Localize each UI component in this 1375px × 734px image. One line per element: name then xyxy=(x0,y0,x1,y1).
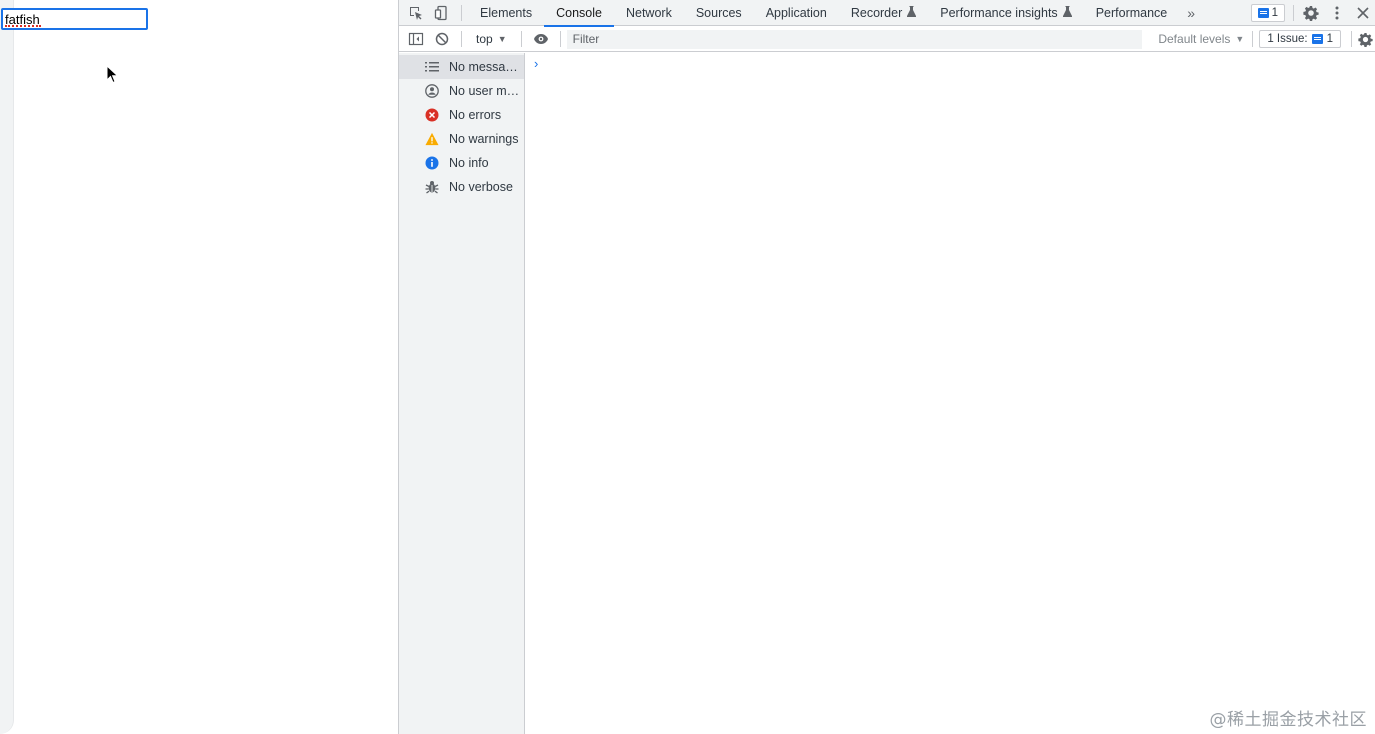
sidebar-item-user[interactable]: No user messages xyxy=(399,79,524,103)
sidebar-item-label: No user messages xyxy=(449,84,524,98)
inspect-element-icon[interactable] xyxy=(403,0,429,26)
more-options-icon[interactable] xyxy=(1324,0,1350,26)
console-toolbar: top ▼ Filter Default levels ▼ 1 Issue: 1 xyxy=(399,27,1375,52)
context-selector[interactable]: top ▼ xyxy=(468,32,515,46)
sidebar-item-warning[interactable]: No warnings xyxy=(399,127,524,151)
issues-label: 1 Issue: xyxy=(1267,33,1308,45)
context-label: top xyxy=(476,32,493,46)
tabbar-separator xyxy=(1293,4,1294,21)
sidebar-item-label: No verbose xyxy=(449,180,513,194)
tab-label: Console xyxy=(556,5,602,20)
more-tabs-icon[interactable]: » xyxy=(1181,5,1201,21)
screen: Elements Console Network Sources Application… xyxy=(0,0,1375,734)
user-icon xyxy=(425,84,439,98)
close-devtools-icon[interactable] xyxy=(1350,0,1375,26)
issue-icon xyxy=(1311,34,1323,44)
clear-console-icon[interactable] xyxy=(429,26,455,52)
tab-sources[interactable]: Sources xyxy=(684,0,754,26)
console-settings-gear-icon[interactable] xyxy=(1356,26,1374,52)
settings-gear-icon[interactable] xyxy=(1298,0,1324,26)
tabbar-separator xyxy=(461,4,462,21)
tab-label: Elements xyxy=(480,5,533,20)
issues-button[interactable]: 1 Issue: 1 xyxy=(1259,30,1341,48)
filter-placeholder: Filter xyxy=(572,32,600,46)
tab-label: Performance xyxy=(1095,5,1168,20)
tab-label: Application xyxy=(765,5,827,20)
issues-count: 1 xyxy=(1326,33,1333,45)
tab-recorder[interactable]: Recorder xyxy=(839,0,928,26)
spellcheck-underline xyxy=(5,25,41,27)
toolbar-separator xyxy=(1252,31,1254,47)
dropdown-arrow-icon: ▼ xyxy=(1235,34,1245,44)
filter-input[interactable]: Filter xyxy=(566,29,1143,49)
info-icon xyxy=(425,156,439,170)
dropdown-arrow-icon: ▼ xyxy=(497,34,507,44)
device-toolbar-icon[interactable] xyxy=(429,0,455,26)
console-messages-area[interactable]: › xyxy=(526,53,1375,734)
tab-label: Performance insights xyxy=(940,5,1058,20)
tab-network[interactable]: Network xyxy=(614,0,684,26)
tab-console[interactable]: Console xyxy=(544,0,614,27)
watermark: @稀土掘金技术社区 xyxy=(1209,710,1367,730)
levels-label: Default levels xyxy=(1158,32,1231,46)
messages-badge[interactable]: 1 xyxy=(1250,3,1285,22)
devtools-tabs: Elements Console Network Sources Application… xyxy=(468,0,1180,27)
toolbar-separator xyxy=(1351,31,1352,47)
tab-label: Sources xyxy=(695,5,742,20)
messages-count: 1 xyxy=(1271,6,1278,19)
message-icon xyxy=(1257,7,1269,18)
tab-label: Recorder xyxy=(850,5,903,20)
devtools-panel: Elements Console Network Sources Application… xyxy=(398,0,1375,734)
console-sidebar: No messages No user messages No errors No w… xyxy=(399,53,525,734)
sidebar-item-bug[interactable]: No verbose xyxy=(399,175,524,199)
sidebar-item-info[interactable]: No info xyxy=(399,151,524,175)
tab-label: Network xyxy=(625,5,672,20)
tab-application[interactable]: Application xyxy=(754,0,839,26)
inspected-page xyxy=(0,0,398,734)
experimental-flask-icon xyxy=(907,5,917,20)
sidebar-item-label: No warnings xyxy=(449,132,519,146)
log-levels-dropdown[interactable]: Default levels ▼ xyxy=(1150,32,1252,46)
sidebar-item-error[interactable]: No errors xyxy=(399,103,524,127)
toolbar-separator xyxy=(520,31,522,47)
tab-performance[interactable]: Performance xyxy=(1084,0,1180,26)
tab-elements[interactable]: Elements xyxy=(468,0,544,26)
error-icon xyxy=(425,108,439,122)
sidebar-item-label: No errors xyxy=(449,108,502,122)
tabbar-right-tools: 1 xyxy=(1250,0,1375,26)
toggle-sidebar-icon[interactable] xyxy=(403,26,429,52)
mouse-cursor-icon xyxy=(106,65,119,84)
warning-icon xyxy=(425,132,439,146)
sidebar-item-label: No messages xyxy=(449,60,524,74)
list-icon xyxy=(425,60,439,74)
toolbar-separator xyxy=(461,31,462,47)
console-prompt: › xyxy=(534,56,539,71)
sidebar-item-list[interactable]: No messages xyxy=(399,55,524,79)
sidebar-items: No messages No user messages No errors No w… xyxy=(399,53,524,199)
devtools-tabbar: Elements Console Network Sources Application… xyxy=(399,0,1375,27)
bug-icon xyxy=(425,180,439,194)
toolbar-separator xyxy=(559,31,561,47)
tab-performance-insights[interactable]: Performance insights xyxy=(928,0,1083,26)
live-expression-eye-icon[interactable] xyxy=(528,26,554,52)
sidebar-item-label: No info xyxy=(449,156,489,170)
page-scroll-edge xyxy=(0,0,14,734)
experimental-flask-icon xyxy=(1062,5,1072,20)
